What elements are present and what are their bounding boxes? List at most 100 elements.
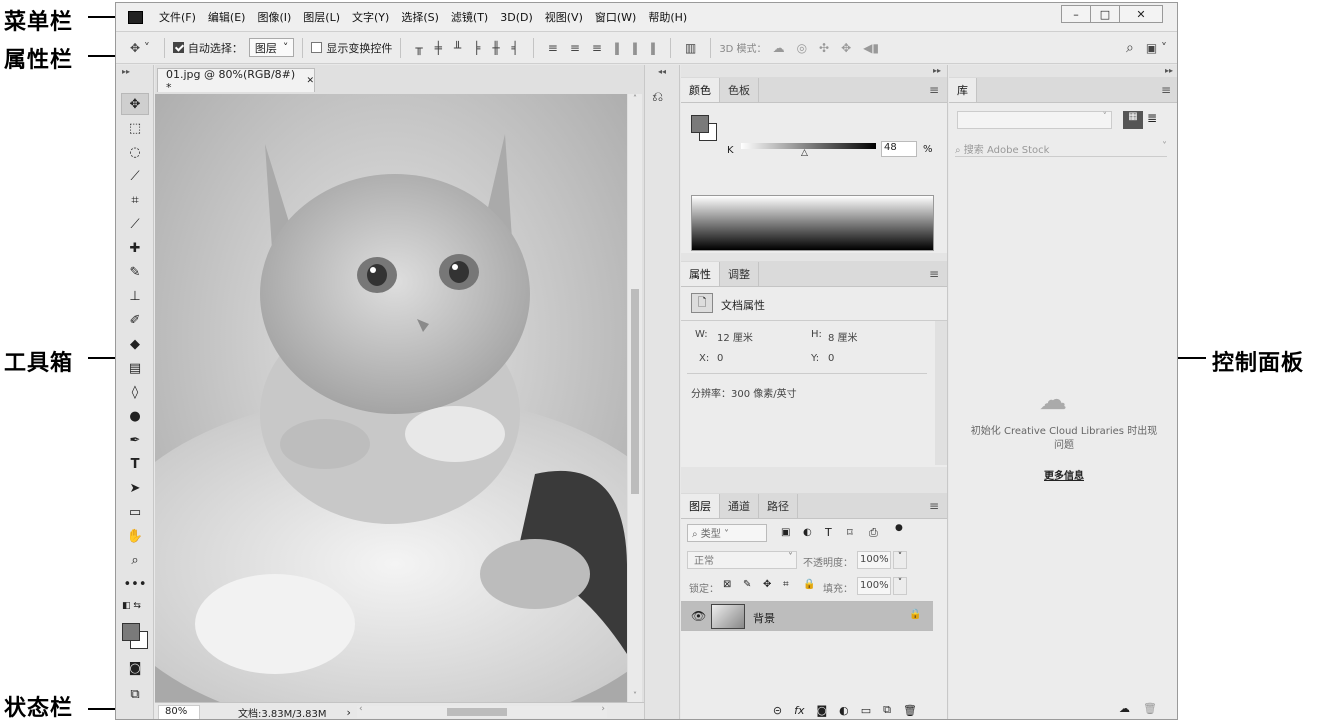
distribute-top-icon[interactable]: ≡ [548,41,558,55]
panel-menu-icon[interactable]: ≡ [929,499,939,513]
clone-stamp-tool-icon[interactable]: ⊥ [121,285,149,307]
search-icon[interactable]: ⌕ [1126,40,1134,56]
menu-file[interactable]: 文件(F) [153,9,202,25]
quick-select-tool-icon[interactable]: ⟋ [121,165,149,187]
filter-smart-icon[interactable]: ⎙ [869,526,878,540]
adjustment-layer-icon[interactable]: ◐ [839,704,849,717]
image-canvas[interactable] [155,94,627,702]
scroll-up-icon[interactable]: ˄ [628,94,642,103]
filter-adjust-icon[interactable]: ◐ [803,527,812,538]
horizontal-scrollbar-thumb[interactable] [446,708,507,716]
zoom-tool-icon[interactable]: ⌕ [121,549,149,571]
filter-toggle-icon[interactable]: ● [895,523,903,533]
tab-properties[interactable]: 属性 [681,262,720,286]
expand-panels-icon[interactable]: ◂◂ [645,67,679,76]
lock-all-icon[interactable]: 🔒 [803,579,815,590]
auto-select-dropdown[interactable]: 图层 ˅ [248,38,295,57]
tab-layers[interactable]: 图层 [681,494,720,518]
lasso-tool-icon[interactable]: ◌ [121,141,149,163]
menu-type[interactable]: 文字(Y) [346,9,395,25]
healing-brush-tool-icon[interactable]: ✚ [121,237,149,259]
tab-color[interactable]: 颜色 [681,78,720,102]
auto-select-checkbox[interactable]: 自动选择： [172,40,243,56]
align-hcenter-icon[interactable]: ╫ [492,41,499,55]
color-spectrum-bar[interactable] [691,195,934,251]
list-view-icon[interactable]: ≣ [1147,111,1157,125]
distribute-bottom-icon[interactable]: ≡ [592,41,602,55]
filter-shape-icon[interactable]: ⌑ [847,526,853,539]
grid-view-icon[interactable]: ▦ [1123,111,1143,129]
distribute-left-icon[interactable]: ‖ [614,41,620,55]
add-mask-icon[interactable]: ◙ [816,704,827,717]
tab-channels[interactable]: 通道 [720,494,759,518]
gradient-tool-icon[interactable]: ▤ [121,357,149,379]
blend-mode-dropdown[interactable]: 正常 ˅ [687,551,797,569]
slider-handle-icon[interactable]: △ [801,148,808,158]
move-tool-icon[interactable]: ✥ [121,93,149,115]
delete-icon[interactable]: 🗑 [1143,702,1157,715]
panel-menu-icon[interactable]: ≡ [929,83,939,97]
filter-type-icon[interactable]: T [825,526,832,539]
layer-style-icon[interactable]: fx [794,704,804,717]
k-value-field[interactable]: 48 [881,141,917,157]
eyedropper-tool-icon[interactable]: ⟋ [121,213,149,235]
foreground-color-swatch[interactable] [122,623,140,641]
workspace-switcher-icon[interactable]: ▣ ˅ [1146,41,1167,55]
new-layer-icon[interactable]: ⧉ [883,703,891,717]
menu-layer[interactable]: 图层(L) [297,9,346,25]
menu-window[interactable]: 窗口(W) [589,9,642,25]
show-transform-checkbox[interactable]: 显示变换控件 [311,40,392,56]
new-group-icon[interactable]: ▭ [861,704,871,717]
h-value[interactable]: 8 厘米 [828,329,858,344]
toolbox-collapse-icon[interactable]: ▸▸ [122,67,130,76]
menu-image[interactable]: 图像(I) [251,9,297,25]
menu-filter[interactable]: 滤镜(T) [445,9,494,25]
brush-tool-icon[interactable]: ✎ [121,261,149,283]
rectangle-tool-icon[interactable]: ▭ [121,501,149,523]
panel-menu-icon[interactable]: ≡ [1161,83,1171,97]
filter-pixel-icon[interactable]: ▣ [781,527,790,538]
cloud-sync-icon[interactable]: ☁ [1119,702,1130,715]
library-dropdown[interactable]: ˅ [957,111,1112,129]
hand-tool-icon[interactable]: ✋ [121,525,149,547]
quick-mask-icon[interactable]: ◙ [121,657,149,679]
scroll-left-icon[interactable]: ‹ [359,704,363,714]
distribute-vcenter-icon[interactable]: ≡ [570,41,580,55]
delete-layer-icon[interactable]: 🗑 [903,704,917,717]
screen-mode-icon[interactable]: ⧉ [121,683,149,705]
more-info-link[interactable]: 更多信息 [949,467,1177,482]
tab-adjustments[interactable]: 调整 [720,262,759,286]
layer-row-background[interactable]: 👁 背景 🔒 [681,601,933,631]
properties-scrollbar[interactable] [935,321,947,465]
visibility-eye-icon[interactable]: 👁 [691,609,706,623]
3d-orbit-icon[interactable]: ☁ [773,41,785,55]
fill-dropdown-icon[interactable]: ˅ [893,577,907,595]
link-layers-icon[interactable]: ⊝ [773,704,782,717]
swap-colors-icon[interactable]: ◧ ⇆ [122,601,141,611]
doc-size-info[interactable]: 文档:3.83M/3.83M [238,705,327,720]
document-tab[interactable]: 01.jpg @ 80%(RGB/8#) * ✕ [157,68,315,94]
close-button[interactable]: ✕ [1119,5,1163,23]
align-vcenter-icon[interactable]: ╪ [435,41,442,55]
status-menu-arrow-icon[interactable]: › [347,706,351,719]
lock-paint-icon[interactable]: ✎ [743,579,751,590]
scrollbar-thumb[interactable] [631,289,639,494]
move-tool-preset-icon[interactable]: ✥ ˅ [130,41,150,55]
more-tools-icon[interactable]: ••• [121,573,149,595]
align-bottom-icon[interactable]: ╨ [454,41,461,55]
maximize-button[interactable]: □ [1090,5,1120,23]
k-slider[interactable] [741,143,876,149]
horizontal-scrollbar[interactable]: ‹ › [356,704,607,718]
menu-select[interactable]: 选择(S) [395,9,445,25]
history-panel-icon[interactable]: ⎌ [652,89,663,105]
history-brush-tool-icon[interactable]: ✐ [121,309,149,331]
eraser-tool-icon[interactable]: ◆ [121,333,149,355]
3d-scale-icon[interactable]: ◀▮ [863,41,879,55]
w-value[interactable]: 12 厘米 [717,329,753,344]
opacity-field[interactable]: 100% [857,551,891,569]
dock-collapse-icon[interactable]: ▸▸ [933,66,941,75]
menu-edit[interactable]: 编辑(E) [202,9,252,25]
align-right-icon[interactable]: ╡ [512,41,519,55]
vertical-scrollbar[interactable]: ˄ ˅ [628,94,642,702]
auto-align-icon[interactable]: ▥ [685,41,696,55]
